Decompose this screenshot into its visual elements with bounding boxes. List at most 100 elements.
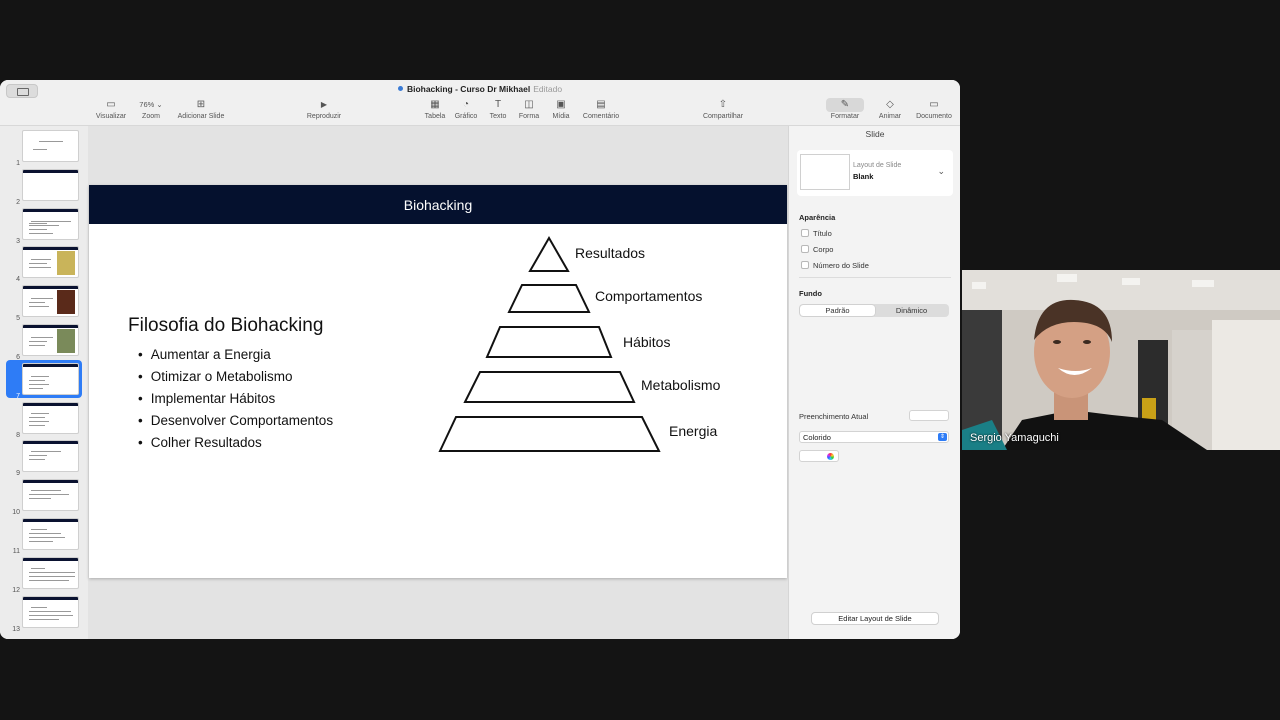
documento-button[interactable]: ▭ Documento [914,98,954,124]
thumbnail-text-line [29,341,47,342]
slide-thumbnail[interactable]: 1 [0,127,88,167]
titulo-checkbox[interactable]: Título [801,229,832,238]
slide-thumbnail-preview [22,556,79,589]
comentario-label: Comentário [582,113,620,120]
fundo-heading: Fundo [799,289,822,298]
editar-layout-button[interactable]: Editar Layout de Slide [811,612,939,625]
slide-thumbnail[interactable]: 11 [0,515,88,555]
tabela-button[interactable]: ▦ Tabela [422,98,448,124]
inspector-tab-slide[interactable]: Slide [789,126,960,140]
corpo-checkbox[interactable]: Corpo [801,245,833,254]
thumbnail-text-line [29,228,47,230]
corpo-label: Corpo [813,245,834,254]
animate-icon: ◇ [886,99,894,110]
thumbnail-text-line [29,224,59,226]
keynote-window: Biohacking - Curso Dr Mikhael Editado ▭ V… [0,80,960,639]
pyramid-diagram[interactable]: Resultados Comportamentos Hábitos Metabo… [89,185,787,578]
pyramid-label: Metabolismo [641,377,721,393]
thumbnail-text-line [31,606,47,608]
slide-thumbnail-preview [22,362,79,395]
zoom-value-text: 76% [139,100,155,109]
visualizar-button[interactable]: ▭ Visualizar [94,98,128,124]
stepper-icon: ⇕ [938,433,947,441]
thumbnail-text-line [29,345,45,346]
pyramid-tier-habitos [485,326,613,358]
slide-thumbnail-preview [22,401,79,434]
numero-slide-checkbox[interactable]: Número do Slide [801,261,869,270]
thumbnail-header-bar [23,325,78,328]
color-well[interactable] [799,450,839,462]
thumbnail-text-line [31,490,61,492]
slide-thumbnail[interactable]: 12 [0,554,88,594]
comentario-button[interactable]: ▤ Comentário [580,98,622,124]
zoom-button[interactable]: 76% ⌄ Zoom [136,98,166,124]
fill-swatch[interactable] [909,410,949,421]
thumbnail-text-line [29,610,71,612]
dinamico-segment[interactable]: Dinâmico [874,304,949,317]
slide-thumbnail[interactable]: 10 [0,476,88,516]
chevron-down-icon[interactable]: ⌄ [937,166,945,177]
document-name: Biohacking - Curso Dr Mikhael [406,84,531,94]
thumbnail-header-bar [23,169,78,173]
thumbnail-text-line [31,200,47,201]
thumbnail-text-line [39,141,63,142]
forma-button[interactable]: ◫ Forma [516,98,542,124]
visualizar-label: Visualizar [95,113,127,120]
slide-thumbnail[interactable]: 9 [0,437,88,477]
numero-label: Número do Slide [813,261,869,270]
formatar-button[interactable]: ✎ Formatar [826,98,864,124]
share-icon: ⇧ [718,99,728,110]
thumbnail-text-line [31,298,53,300]
thumbnail-text-line [31,567,45,569]
pyramid-label: Hábitos [623,334,670,350]
thumbnail-text-line [29,302,45,304]
thumbnail-text-line [29,222,47,224]
paintbrush-icon: ✎ [826,98,864,112]
slide-thumbnail[interactable]: 3 [0,205,88,245]
thumbnail-text-line [31,259,51,261]
slide-thumbnail[interactable]: 13 [0,593,88,633]
slide-thumbnail[interactable]: 6 [0,321,88,361]
slide-canvas: Biohacking Filosofia do Biohacking Aumen… [88,126,788,639]
thumbnail-text-line [29,383,49,385]
texto-button[interactable]: T Texto [486,98,510,124]
thumbnail-text-line [29,614,73,616]
slide-thumbnail-preview [22,479,79,512]
fundo-segmented-control[interactable]: Padrão Dinâmico [799,304,949,317]
fill-type-select[interactable]: Colorido ⇕ [799,431,949,443]
thumbnail-text-line [29,498,51,500]
preenchimento-label: Preenchimento Atual [799,412,869,421]
current-slide[interactable]: Biohacking Filosofia do Biohacking Aumen… [89,185,787,578]
slide-thumbnail[interactable]: 5 [0,282,88,322]
animar-button[interactable]: ◇ Animar [876,98,904,124]
thumbnail-header-bar [23,596,78,600]
slide-thumbnail[interactable]: 7 [6,359,82,400]
shape-icon: ◫ [524,99,534,110]
slide-thumbnail-preview [22,518,79,550]
chart-icon: ◔ [462,99,470,110]
thumbnail-text-line [29,575,75,577]
text-icon: T [494,99,502,110]
slide-layout-picker[interactable]: Layout de Slide Blank ⌄ [797,150,953,196]
thumbnail-text-line [31,220,71,222]
compartilhar-label: Compartilhar [702,113,744,120]
checkbox-box [801,261,809,269]
midia-button[interactable]: ▣ Mídia [548,98,574,124]
slide-thumbnail[interactable]: 8 [0,399,88,439]
adicionar-slide-button[interactable]: ⊞ Adicionar Slide [174,98,228,124]
participant-name: Sergio Yamaguchi [970,432,1059,444]
edited-status: Editado [533,84,563,94]
compartilhar-button[interactable]: ⇧ Compartilhar [700,98,746,124]
comment-icon: ▤ [596,99,606,110]
grafico-button[interactable]: ◔ Gráfico [452,98,480,124]
animar-label: Animar [878,113,902,120]
add-slide-icon: ⊞ [196,99,206,110]
slide-thumbnail[interactable]: 4 [0,243,88,283]
slide-thumbnail-preview [22,168,79,201]
slide-thumbnail[interactable]: 2 [0,166,88,206]
reproduzir-button[interactable]: ▶ Reproduzir [304,98,344,124]
thumbnail-header-bar [23,441,78,445]
play-icon: ▶ [320,100,328,109]
padrao-segment[interactable]: Padrão [800,305,875,316]
thumbnail-header-bar [23,519,78,522]
